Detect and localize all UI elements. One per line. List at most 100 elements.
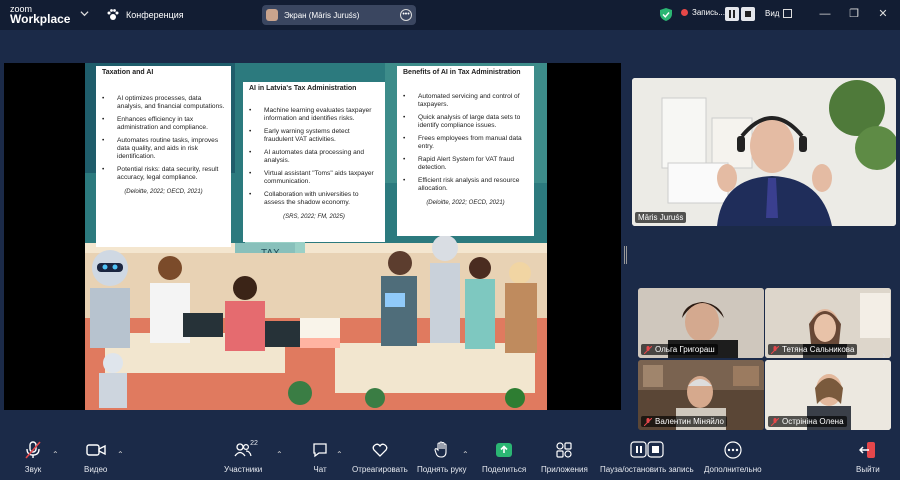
- speaker-video-tile[interactable]: Māris Juruśs: [632, 78, 896, 226]
- leave-button[interactable]: Выйти: [856, 440, 880, 474]
- chevron-down-icon[interactable]: [80, 9, 89, 18]
- view-button[interactable]: Вид: [765, 9, 779, 18]
- screen-share-indicator[interactable]: Экран (Māris Juruśs) •••: [262, 5, 416, 25]
- shared-screen: TAX: [4, 63, 621, 410]
- pause-icon: [729, 10, 735, 18]
- list-item: Efficient risk analysis and resource all…: [403, 177, 528, 193]
- participants-options-caret-icon[interactable]: ⌃: [276, 450, 284, 459]
- stop-recording-button[interactable]: [741, 7, 755, 21]
- recording-dot-icon: [681, 9, 688, 16]
- zoom-window: zoom Workplace Конференция Экран (Māris …: [0, 0, 900, 480]
- list-item: Collaboration with universities to asses…: [249, 191, 379, 207]
- hand-icon: [434, 441, 447, 458]
- react-button[interactable]: Отреагировать: [352, 440, 408, 474]
- participant-video-tile[interactable]: Тетяна Сальникова: [765, 288, 891, 358]
- more-icon: [724, 441, 742, 459]
- share-label: Экран (Māris Juruśs): [284, 10, 360, 20]
- share-label: Поделиться: [482, 465, 527, 474]
- list-item: Frees employees from manual data entry.: [403, 135, 528, 151]
- camera-icon: [85, 444, 106, 456]
- panel-resize-handle[interactable]: [624, 246, 627, 264]
- card-title: AI in Latvia's Tax Administration: [249, 85, 357, 92]
- list-item: Automated servicing and control of taxpa…: [403, 93, 528, 109]
- participant-name-label: Валентин Міняйло: [641, 416, 727, 427]
- participant-name: Ольга Григораш: [655, 345, 715, 354]
- list-item: Early warning systems detect fraudulent …: [249, 128, 379, 144]
- audio-label: Звук: [24, 465, 42, 474]
- zoom-logo: zoom Workplace: [10, 4, 71, 26]
- chevron-right-icon[interactable]: ›: [882, 350, 892, 366]
- shield-check-icon[interactable]: [660, 8, 672, 21]
- recording-status: Запись...: [681, 8, 725, 17]
- list-item: Potential risks: data security, result a…: [102, 166, 225, 182]
- apps-icon: [556, 442, 573, 458]
- grid-view-icon[interactable]: [783, 9, 792, 18]
- citation: (SRS, 2022; FM, 2025): [283, 214, 345, 220]
- chat-button[interactable]: Чат: [309, 440, 331, 474]
- participant-video-tile[interactable]: Острініна Олена: [765, 360, 891, 430]
- video-options-caret-icon[interactable]: ⌃: [117, 450, 125, 459]
- mic-muted-icon: [25, 441, 41, 459]
- list-item: Machine learning evaluates taxpayer info…: [249, 107, 379, 123]
- participant-name-label: Тетяна Сальникова: [768, 344, 858, 355]
- share-button[interactable]: Поделиться: [482, 440, 526, 474]
- card-benefits-ai: Benefits of AI in Tax Administration Aut…: [397, 66, 534, 236]
- meeting-toolbar: Звук ⌃ Видео ⌃ 22 Участники ⌃ Чат ⌃ Отре…: [0, 438, 900, 480]
- participant-name: Тетяна Сальникова: [782, 345, 855, 354]
- raise-hand-caret-icon[interactable]: ⌃: [462, 450, 470, 459]
- audio-options-caret-icon[interactable]: ⌃: [52, 450, 60, 459]
- card-ai-latvia: AI in Latvia's Tax Administration Machin…: [243, 82, 385, 242]
- card-title: Benefits of AI in Tax Administration: [403, 69, 521, 76]
- chat-label: Чат: [313, 465, 327, 474]
- leave-label: Выйти: [856, 465, 880, 474]
- list-item: Quick analysis of large data sets to ide…: [403, 114, 528, 130]
- mic-muted-icon: [771, 345, 779, 354]
- logo-big-text: Workplace: [10, 12, 71, 26]
- list-item: Virtual assistant "Toms" aids taxpayer c…: [249, 170, 379, 186]
- chat-options-caret-icon[interactable]: ⌃: [336, 450, 344, 459]
- meeting-info-button[interactable]: Конференция: [106, 8, 184, 22]
- pause-record-label: Пауза/остановить запись: [600, 465, 694, 474]
- card-list: AI optimizes processes, data analysis, a…: [102, 95, 225, 182]
- slide-illustration: TAX: [85, 63, 547, 410]
- leave-icon: [858, 442, 875, 458]
- minimize-icon[interactable]: —: [818, 7, 832, 21]
- participant-name-label: Острініна Олена: [768, 416, 847, 427]
- restore-icon[interactable]: ❐: [847, 7, 861, 21]
- citation: (Deloitte, 2022; OECD, 2021): [124, 189, 203, 195]
- raise-hand-button[interactable]: Поднять руку: [417, 440, 466, 474]
- more-label: Дополнительно: [704, 465, 762, 474]
- speaker-video: [632, 78, 896, 226]
- mic-muted-icon: [644, 417, 652, 426]
- participant-video-tile[interactable]: Ольга Григораш: [638, 288, 764, 358]
- pause-recording-button[interactable]: [725, 7, 739, 21]
- list-item: AI automates data processing and analysi…: [249, 149, 379, 165]
- meeting-title: Конференция: [126, 10, 184, 20]
- audio-button[interactable]: Звук: [22, 440, 44, 474]
- share-screen-icon: [496, 443, 513, 457]
- apps-button[interactable]: Приложения: [541, 440, 588, 474]
- participant-name-label: Māris Juruśs: [635, 212, 687, 223]
- close-icon[interactable]: ✕: [876, 7, 890, 21]
- card-list: Machine learning evaluates taxpayer info…: [249, 107, 379, 207]
- top-bar: zoom Workplace Конференция Экран (Māris …: [0, 0, 900, 30]
- participant-name: Валентин Міняйло: [655, 417, 724, 426]
- more-options-icon[interactable]: •••: [400, 9, 412, 21]
- participant-video-tile[interactable]: Валентин Міняйло: [638, 360, 764, 430]
- pause-stop-recording-button[interactable]: Пауза/остановить запись: [600, 440, 694, 474]
- card-taxation-ai: Taxation and AI AI optimizes processes, …: [96, 66, 231, 247]
- heart-icon: [372, 443, 388, 457]
- mic-muted-icon: [644, 345, 652, 354]
- list-item: AI optimizes processes, data analysis, a…: [102, 95, 225, 111]
- card-title: Taxation and AI: [102, 69, 154, 76]
- pause-stop-icon: [630, 441, 664, 458]
- participants-button[interactable]: 22 Участники: [224, 440, 262, 474]
- more-button[interactable]: Дополнительно: [704, 440, 762, 474]
- react-label: Отреагировать: [352, 465, 408, 474]
- participant-name-label: Ольга Григораш: [641, 344, 718, 355]
- participant-name: Острініна Олена: [782, 417, 844, 426]
- participants-count-badge: 22: [250, 440, 258, 447]
- presenter-avatar: [266, 9, 278, 21]
- mic-muted-icon: [771, 417, 779, 426]
- video-button[interactable]: Видео: [84, 440, 107, 474]
